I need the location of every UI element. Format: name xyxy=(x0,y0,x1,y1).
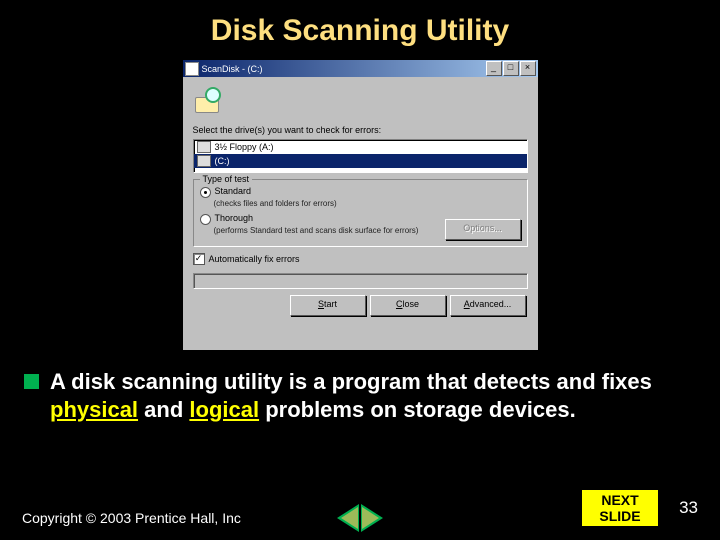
list-item[interactable]: (C:) xyxy=(194,154,527,168)
prompt-label: Select the drive(s) you want to check fo… xyxy=(193,125,528,135)
slide-number: 33 xyxy=(679,498,698,518)
close-dialog-button[interactable]: Close xyxy=(370,295,446,316)
next-arrow-icon[interactable] xyxy=(361,504,383,532)
footer: Copyright © 2003 Prentice Hall, Inc NEXT… xyxy=(0,510,720,526)
options-button[interactable]: Options... xyxy=(445,219,521,240)
drive-label: 3½ Floppy (A:) xyxy=(215,142,274,152)
nav-arrows xyxy=(337,504,383,532)
app-icon xyxy=(185,62,199,76)
slide: Disk Scanning Utility ScanDisk - (C:) _ … xyxy=(0,0,720,540)
hdd-icon xyxy=(197,155,211,167)
radio-icon xyxy=(200,214,211,225)
scan-icon xyxy=(193,85,223,115)
radio-standard[interactable]: Standard xyxy=(200,186,521,198)
body-text: A disk scanning utility is a program tha… xyxy=(0,350,720,423)
scandisk-window: ScanDisk - (C:) _ □ × Select the drive(s… xyxy=(183,60,538,350)
copyright: Copyright © 2003 Prentice Hall, Inc xyxy=(22,510,241,526)
minimize-button[interactable]: _ xyxy=(486,61,502,76)
titlebar: ScanDisk - (C:) _ □ × xyxy=(183,60,538,77)
slide-title: Disk Scanning Utility xyxy=(0,0,720,48)
group-legend: Type of test xyxy=(200,174,253,184)
drive-listbox[interactable]: 3½ Floppy (A:) (C:) xyxy=(193,139,528,173)
prev-arrow-icon[interactable] xyxy=(337,504,359,532)
next-slide-button[interactable]: NEXT SLIDE xyxy=(582,490,658,526)
window-title: ScanDisk - (C:) xyxy=(202,64,263,74)
start-button[interactable]: SStarttart xyxy=(290,295,366,316)
advanced-button[interactable]: Advanced... xyxy=(450,295,526,316)
close-button[interactable]: × xyxy=(520,61,536,76)
checkbox-label: Automatically fix errors xyxy=(209,254,300,264)
radio-icon xyxy=(200,187,211,198)
progress-bar xyxy=(193,273,528,289)
type-of-test-group: Type of test Standard (checks files and … xyxy=(193,179,528,247)
list-item[interactable]: 3½ Floppy (A:) xyxy=(194,140,527,154)
radio-desc: (checks files and folders for errors) xyxy=(214,200,521,209)
autofix-checkbox[interactable]: ✓ Automatically fix errors xyxy=(193,253,528,265)
drive-label: (C:) xyxy=(215,156,230,166)
bullet-icon xyxy=(24,374,39,389)
floppy-icon xyxy=(197,141,211,153)
maximize-button[interactable]: □ xyxy=(503,61,519,76)
checkbox-icon: ✓ xyxy=(193,253,205,265)
